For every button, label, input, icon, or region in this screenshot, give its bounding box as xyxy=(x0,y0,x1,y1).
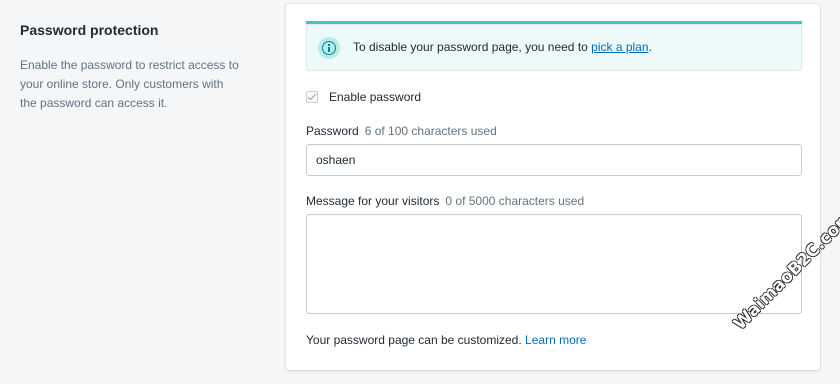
section-description: Enable the password to restrict access t… xyxy=(20,58,239,110)
banner-text-end: . xyxy=(648,40,652,54)
message-label: Message for your visitors 0 of 5000 chara… xyxy=(306,194,584,208)
message-char-count: 0 of 5000 characters used xyxy=(445,194,585,208)
password-char-count: 6 of 100 characters used xyxy=(364,124,497,138)
password-label: Password 6 of 100 characters used xyxy=(306,124,497,138)
learn-more-link[interactable]: Learn more xyxy=(525,333,586,347)
info-banner: To disable your password page, you need … xyxy=(306,21,802,71)
info-icon xyxy=(318,37,340,59)
visitor-message-textarea[interactable] xyxy=(306,214,802,314)
banner-text: To disable your password page, you need … xyxy=(353,40,592,54)
enable-password-label[interactable]: Enable password xyxy=(329,90,421,104)
section-title: Password protection xyxy=(20,22,159,38)
password-input[interactable]: oshaen xyxy=(306,144,802,176)
section-annotation: Password protection Enable the password … xyxy=(20,22,240,113)
pick-a-plan-link[interactable]: pick a plan xyxy=(591,40,648,54)
banner-message: To disable your password page, you need … xyxy=(353,40,652,54)
enable-password-checkbox[interactable] xyxy=(306,91,318,103)
password-label-text: Password xyxy=(306,124,359,138)
enable-password-row[interactable]: Enable password xyxy=(306,89,421,105)
customize-footer: Your password page can be customized. Le… xyxy=(306,333,586,347)
message-label-text: Message for your visitors xyxy=(306,194,440,208)
footer-text: Your password page can be customized. xyxy=(306,333,522,347)
